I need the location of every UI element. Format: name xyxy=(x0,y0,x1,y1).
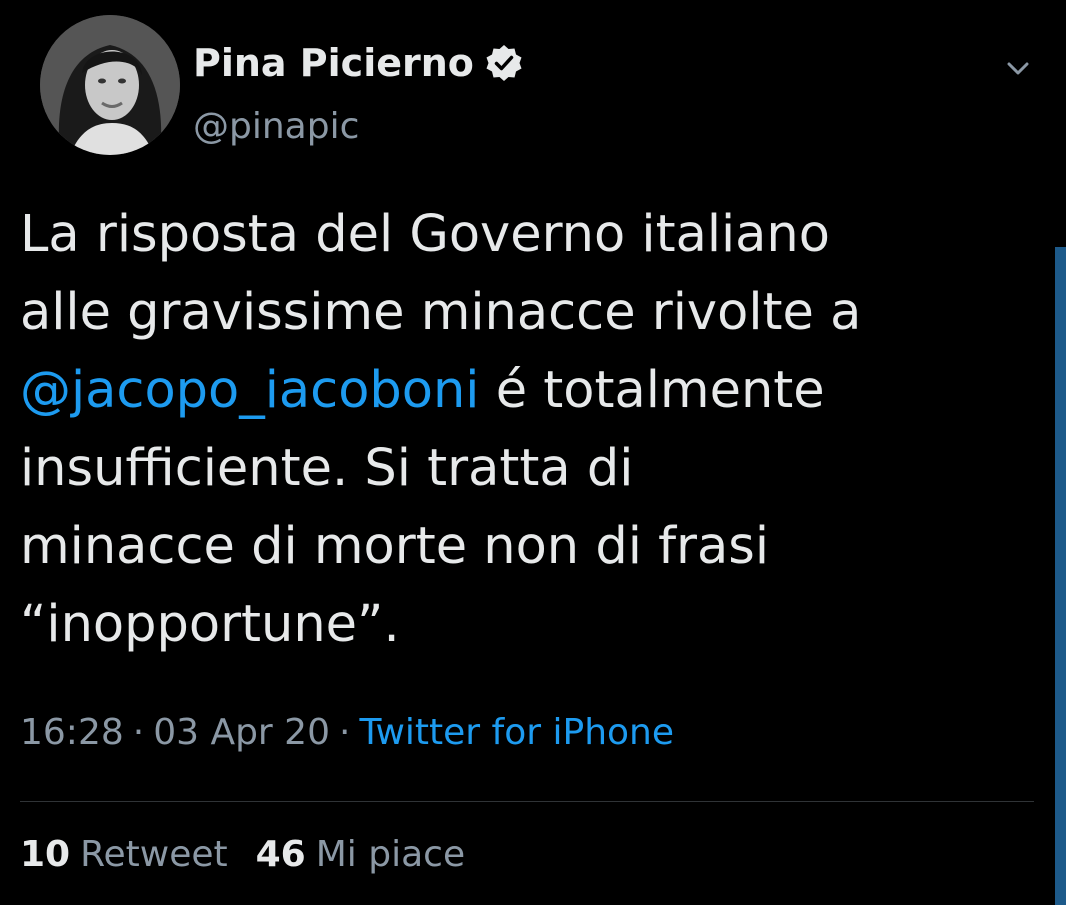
tweet-line: insufficiente. Si tratta di xyxy=(20,439,634,498)
scrollbar[interactable] xyxy=(1055,247,1066,905)
mention-link[interactable]: @jacopo_iacoboni xyxy=(20,361,479,420)
tweet-header: Pina Picierno @pinapic xyxy=(20,12,1046,162)
tweet-line: minacce di morte non di frasi xyxy=(20,517,770,576)
tweet-stats: 10 Retweet 46 Mi piace xyxy=(20,834,465,875)
author-display-name[interactable]: Pina Picierno xyxy=(193,41,474,85)
meta-separator: · xyxy=(339,712,351,753)
tweet-line: alle gravissime minacce rivolte a xyxy=(20,283,862,342)
verified-badge-icon xyxy=(486,45,522,81)
tweet-text: La risposta del Governo italiano alle gr… xyxy=(20,196,1030,664)
like-stat[interactable]: 46 Mi piace xyxy=(256,834,465,875)
tweet-line: La risposta del Governo italiano xyxy=(20,205,830,264)
author-name-row[interactable]: Pina Picierno xyxy=(193,38,524,88)
tweet-line: é totalmente xyxy=(479,361,825,420)
tweet-source-link[interactable]: Twitter for iPhone xyxy=(359,712,674,753)
chevron-down-icon[interactable] xyxy=(1000,50,1036,86)
avatar[interactable] xyxy=(40,15,180,155)
meta-separator: · xyxy=(132,712,145,753)
tweet-date: 03 Apr 20 xyxy=(153,712,330,753)
like-count: 46 xyxy=(255,834,306,875)
retweet-stat[interactable]: 10 Retweet xyxy=(20,834,228,875)
like-label: Mi piace xyxy=(315,834,466,875)
divider xyxy=(20,801,1034,802)
retweet-count: 10 xyxy=(20,834,71,875)
tweet-meta: 16:28 · 03 Apr 20 · Twitter for iPhone xyxy=(20,712,674,753)
tweet-time: 16:28 xyxy=(20,712,124,753)
retweet-label: Retweet xyxy=(80,834,228,875)
author-handle[interactable]: @pinapic xyxy=(193,106,359,147)
tweet-line: “inopportune”. xyxy=(20,595,400,654)
